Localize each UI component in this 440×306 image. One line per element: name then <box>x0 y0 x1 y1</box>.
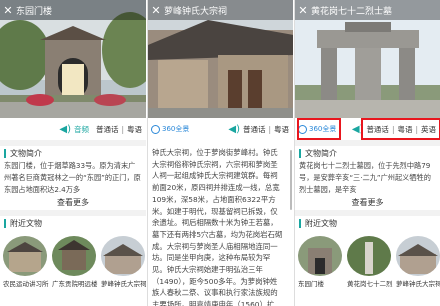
nearby-item[interactable]: 东园门楼 <box>298 236 344 288</box>
highlight-box-panorama <box>297 118 341 140</box>
speaker-icon[interactable]: ◀) <box>228 124 240 135</box>
nearby-list: 东园门楼 黄花岗七十二烈 萝峰钟氏大宗祠 <box>295 236 440 288</box>
page-title: 东园门楼 <box>16 6 53 17</box>
section-marker <box>4 148 6 158</box>
nearby-item-label: 萝峰钟氏大宗祠 <box>396 280 440 288</box>
cantonese-button[interactable]: 粤语 <box>274 124 289 135</box>
section-nearby-title: 附近文物 <box>305 218 337 228</box>
screen-zhongshi: ✕ 萝峰钟氏大宗祠 360全景 ◀) 普通话 | 粤语 钟氏大宗祠，位于萝岗街萝… <box>147 0 293 306</box>
nearby-thumb-image <box>347 236 391 276</box>
section-nearby-title: 附近文物 <box>10 218 42 228</box>
nearby-list: 农民运动讲习所 广东贡院明远楼 萝峰钟氏大宗祠 <box>0 236 146 288</box>
screen-huanghuagang: ✕ 黄花岗七十二烈士墓 360全景 ◀) 普通话 | 粤语 | 英语 文物简介 … <box>294 0 440 306</box>
mandarin-button[interactable]: 普通话 <box>96 124 119 135</box>
close-icon[interactable]: ✕ <box>295 4 311 17</box>
scrollbar[interactable] <box>290 150 292 210</box>
section-nearby: 附近文物 <box>0 216 146 230</box>
nearby-item-label: 广东贡院明远楼 <box>52 280 98 288</box>
intro-text: 东园门楼，位于烟草路33号。原为清末广州著名巨商黄冠林之一的“东园”的正门，原东… <box>4 161 141 194</box>
panorama-icon <box>151 124 160 134</box>
audio-row: ◀) 音频 普通话 | 粤语 <box>0 120 146 138</box>
nearby-item[interactable]: 萝峰钟氏大宗祠 <box>396 236 440 288</box>
nearby-thumb-image <box>3 236 47 276</box>
nearby-thumb-image <box>298 236 342 276</box>
section-marker <box>4 218 6 228</box>
page-title: 黄花岗七十二烈士墓 <box>311 6 393 17</box>
header-bar: ✕ 黄花岗七十二烈士墓 <box>295 0 440 20</box>
nearby-thumb-image <box>101 236 145 276</box>
separator: | <box>121 124 124 134</box>
nearby-item-label: 黄花岗七十二烈 <box>347 280 393 288</box>
nearby-thumb-image <box>396 236 440 276</box>
audio-row: 360全景 ◀) 普通话 | 粤语 <box>148 120 293 138</box>
cantonese-button[interactable]: 粤语 <box>127 124 142 135</box>
view-more-button[interactable]: 查看更多 <box>295 196 440 210</box>
nearby-thumb-image <box>52 236 96 276</box>
section-intro: 文物简介 <box>295 146 440 160</box>
highlight-box-languages <box>361 118 440 140</box>
close-icon[interactable]: ✕ <box>0 4 16 17</box>
page-title: 萝峰钟氏大宗祠 <box>164 6 228 17</box>
view-more-button[interactable]: 查看更多 <box>0 196 146 210</box>
separator: | <box>268 124 271 134</box>
mandarin-button[interactable]: 普通话 <box>243 124 266 135</box>
section-intro-title: 文物简介 <box>10 148 42 158</box>
nearby-item[interactable]: 广东贡院明远楼 <box>52 236 98 288</box>
screen-dongyuan: ✕ 东园门楼 ◀) 音频 普通话 | 粤语 文物简介 东园门楼，位于烟草路33号… <box>0 0 146 306</box>
section-intro: 文物简介 <box>0 146 146 160</box>
section-nearby: 附近文物 <box>295 216 440 230</box>
nearby-item[interactable]: 农民运动讲习所 <box>3 236 49 288</box>
close-icon[interactable]: ✕ <box>148 4 164 17</box>
intro-text: 黄花岗七十二烈士墓园，位于先烈中路79号，是安葬辛亥“三·二九”广州起义牺牲的烈… <box>299 161 431 194</box>
section-marker <box>299 148 301 158</box>
speaker-icon[interactable]: ◀) <box>59 124 71 135</box>
panorama-360-button[interactable]: 360全景 <box>151 124 189 134</box>
description-text: 钟氏大宗祠，位于萝岗街萝峰村。钟氏大宗祠俗称钟氏宗祠，六宗祠和萝岗圣人祠一起组成… <box>152 148 283 306</box>
header-bar: ✕ 东园门楼 <box>0 0 146 20</box>
section-intro-title: 文物简介 <box>305 148 337 158</box>
nearby-item-label: 农民运动讲习所 <box>3 280 49 288</box>
audio-label[interactable]: 音频 <box>74 124 89 135</box>
nearby-item-label: 萝峰钟氏大宗祠 <box>101 280 146 288</box>
nearby-item-label: 东园门楼 <box>298 280 324 288</box>
nearby-item[interactable]: 萝峰钟氏大宗祠 <box>101 236 146 288</box>
nearby-item[interactable]: 黄花岗七十二烈 <box>347 236 393 288</box>
header-bar: ✕ 萝峰钟氏大宗祠 <box>148 0 293 20</box>
section-marker <box>299 218 301 228</box>
panorama-label: 360全景 <box>162 125 190 133</box>
